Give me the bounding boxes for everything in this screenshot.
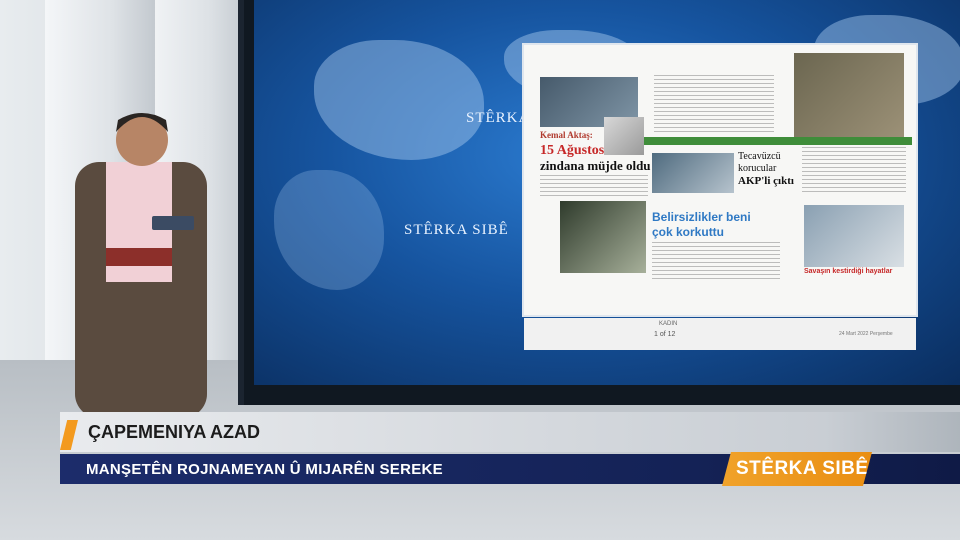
headline-main: 15 Ağustos [540,143,605,158]
newspaper-byline: Kemal Aktaş: [540,130,593,140]
newspaper-page: Kemal Aktaş: 15 Ağustos zindana müjde ol… [524,45,916,315]
video-wall-screen: STÊRKA S STÊRKA SIBÊ Kemal Aktaş: 15 Ağu… [254,0,960,385]
program-subtitle: MANŞETÊN ROJNAMEYAN Û MIJARÊN SEREKE [86,461,443,478]
title-bar: ÇAPEMENIYA AZAD [60,412,960,452]
group-street-photo [652,153,734,193]
presenter [70,108,215,418]
wall-brand-text: STÊRKA SIBÊ [404,222,509,238]
headline-main-line2: zindana müjde oldu [540,158,651,173]
article-text [652,242,780,282]
map-continent [314,40,484,160]
headline-interview-line2: çok korkuttu [652,225,725,239]
headline-right: Savaşın kestirdiği hayatlar [804,268,893,275]
portrait-photo [604,117,644,155]
green-caption-bar [644,137,912,145]
map-continent [274,170,384,290]
presenter-figure [75,113,207,418]
headline-interview: Belirsizlikler beni [652,210,751,224]
article-text [540,175,648,197]
section-label: KADIN [659,321,678,327]
page-counter: 1 of 12 [654,331,676,338]
video-wall: STÊRKA S STÊRKA SIBÊ Kemal Aktaş: 15 Ağu… [238,0,960,405]
headline-center-1: Tecavüzcü [738,151,781,162]
article-text [654,75,774,135]
newspaper-pager: KADIN 1 of 12 24 Mart 2022 Perşembe [524,318,916,350]
channel-logo-text: STÊRKA SIBÊ [736,458,869,479]
channel-logo: STÊRKA SIBÊ [722,452,872,486]
program-title: ÇAPEMENIYA AZAD [88,422,261,442]
article-text [802,147,906,192]
headline-center-3: AKP'li çıktı [738,175,794,187]
soldier-photo [794,53,904,138]
interview-photo [560,201,646,273]
disaster-photo [804,205,904,267]
issue-date: 24 Mart 2022 Perşembe [839,331,893,337]
headline-center-2: korucular [738,163,777,174]
